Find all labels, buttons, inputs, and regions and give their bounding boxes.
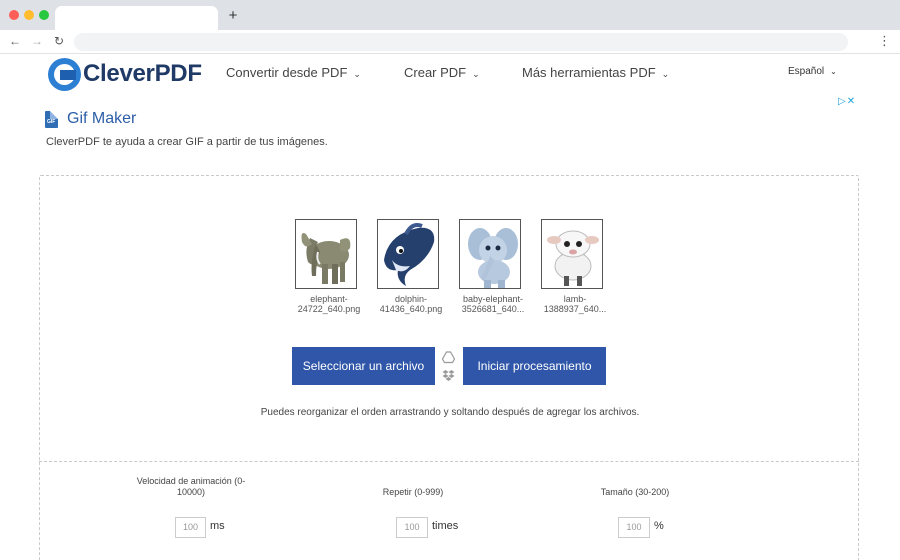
file-name-line: dolphin- [394,294,428,304]
browser-menu-icon[interactable]: ⋮ [878,33,891,49]
file-thumbnail[interactable] [377,219,439,289]
elephant-image [301,233,351,284]
file-name-line: elephant- [310,294,348,304]
new-tab-button[interactable]: + [226,7,240,25]
speed-unit: ms [210,520,225,532]
file-thumbnail[interactable] [295,219,357,289]
file-name-line: 3526681_640... [461,304,525,314]
nav-create-pdf[interactable]: Crear PDF ⌄ [404,65,480,80]
upload-dropzone[interactable] [39,175,859,560]
browser-tab[interactable] [55,6,218,30]
nav-label: Más herramientas PDF [522,65,656,80]
chevron-down-icon: ⌄ [472,69,480,79]
repeat-input[interactable]: 100 [396,517,428,538]
file-name: baby-elephant- 3526681_640... [448,294,538,314]
start-processing-button[interactable]: Iniciar procesamiento [463,347,606,385]
file-name: elephant- 24722_640.png [284,294,374,314]
file-name: lamb- 1388937_640... [530,294,620,314]
logo-text: CleverPDF [83,60,202,87]
minimize-window-icon[interactable] [24,10,34,20]
dolphin-image [384,223,435,286]
repeat-unit: times [432,520,459,532]
chevron-down-icon: ⌄ [353,69,361,79]
page-title: GIF Gif Maker [45,110,136,128]
file-name-line: lamb- [563,294,587,304]
language-selector[interactable]: Español ⌄ [788,66,837,77]
page-title-text: Gif Maker [67,110,137,127]
nav-label: Crear PDF [404,65,467,80]
file-name-line: 24722_640.png [297,304,361,314]
file-name-line: 1388937_640... [543,304,607,314]
file-name-line: 41436_640.png [379,304,443,314]
speed-label: Velocidad de animación (0- 10000) [121,476,261,498]
site-header: CleverPDF Convertir desde PDF ⌄ Crear PDF… [0,55,900,95]
address-bar[interactable] [74,33,848,51]
size-label: Tamaño (30-200) [600,487,670,497]
file-icon-text: GIF [47,118,56,125]
google-drive-icon[interactable] [441,351,456,364]
file-thumbnail[interactable] [459,219,521,289]
reload-icon[interactable]: ↻ [52,33,66,49]
speed-label-line: 10000) [176,487,206,497]
page-subtitle: CleverPDF te ayuda a crear GIF a partir … [46,136,328,148]
speed-label-line: Velocidad de animación (0- [136,476,246,486]
reorder-hint: Puedes reorganizar el orden arrastrando … [260,407,640,418]
logo[interactable]: CleverPDF [48,57,202,91]
dropbox-icon[interactable] [442,369,455,382]
browser-tab-strip: + [0,0,900,30]
file-name: dolphin- 41436_640.png [366,294,456,314]
browser-toolbar: ← → ↻ ⋮ [0,30,900,54]
gif-file-icon: GIF [45,110,58,128]
panel-divider [39,461,859,462]
cleverpdf-logo-icon [48,57,81,91]
size-input[interactable]: 100 [618,517,650,538]
file-thumbnail[interactable] [541,219,603,289]
back-arrow-icon[interactable]: ← [8,33,22,49]
ad-choices-icon[interactable]: ▷✕ [838,96,856,107]
file-name-line: baby-elephant- [462,294,524,304]
repeat-label: Repetir (0-999) [382,487,444,497]
close-window-icon[interactable] [9,10,19,20]
chevron-down-icon: ⌄ [830,67,837,76]
lamb-image [547,230,599,286]
speed-input[interactable]: 100 [175,517,206,538]
size-unit: % [654,520,664,532]
forward-arrow-icon[interactable]: → [30,33,44,49]
maximize-window-icon[interactable] [39,10,49,20]
baby-elephant-image [468,228,518,288]
ad-slot [690,92,860,160]
nav-label: Convertir desde PDF [226,65,348,80]
nav-convert-from-pdf[interactable]: Convertir desde PDF ⌄ [226,65,361,80]
select-file-button[interactable]: Seleccionar un archivo [292,347,435,385]
language-label: Español [788,66,825,77]
nav-more-tools[interactable]: Más herramientas PDF ⌄ [522,65,669,80]
chevron-down-icon: ⌄ [661,69,670,79]
